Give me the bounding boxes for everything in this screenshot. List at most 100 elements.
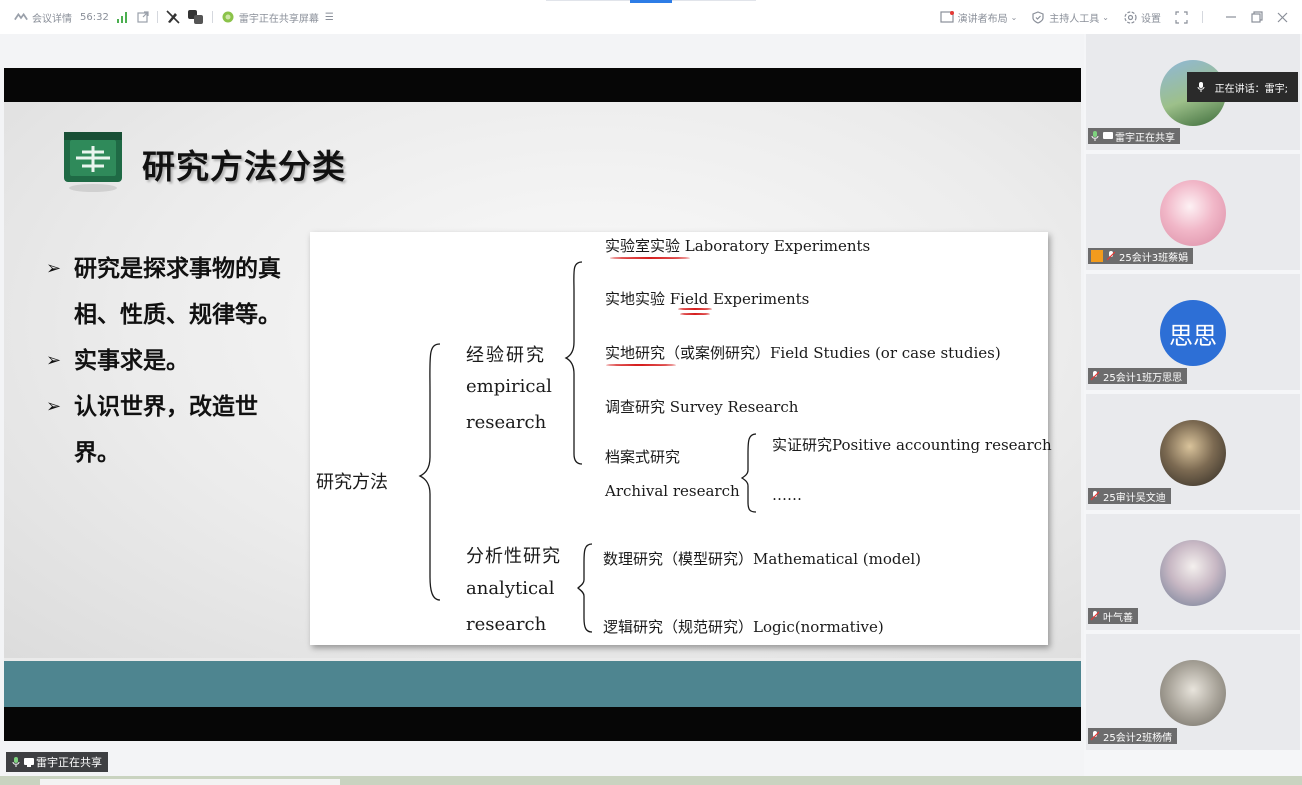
mic-muted-icon — [1090, 731, 1100, 741]
meeting-details-button[interactable]: 会议详情 — [14, 10, 72, 25]
mic-muted-icon — [1090, 611, 1100, 621]
participant-name-tag: 25会计2班杨倩 — [1088, 728, 1178, 744]
participant-name: 25会计3班蔡娟 — [1119, 252, 1189, 264]
slide-title: 研究方法分类 — [142, 147, 346, 186]
slide-top-bar — [4, 68, 1081, 102]
diagram-empirical-en: research — [466, 412, 547, 433]
layout-icon — [939, 11, 954, 23]
speaker-layout-button[interactable]: 演讲者布局 ⌄ — [939, 10, 1018, 25]
participant-name: 25审计吴文迪 — [1103, 492, 1166, 504]
participant-name: 25会计1班万思思 — [1103, 372, 1183, 384]
screen-share-tag: 雷宇正在共享 — [6, 752, 108, 772]
participant-name: 25会计2班杨倩 — [1103, 732, 1173, 744]
presentation-slide: 研究方法分类 ➢ 研究是探求事物的真相、性质、规律等。 ➢ 实事求是。 ➢ 认识… — [4, 68, 1081, 741]
red-annotation-underline — [606, 364, 676, 366]
mic-muted-icon — [1106, 251, 1116, 261]
bullet-item: ➢ 实事求是。 — [46, 338, 286, 384]
avatar: 思思 — [1160, 300, 1226, 366]
avatar — [1160, 660, 1226, 726]
university-logo-icon — [60, 128, 126, 194]
avatar — [1160, 420, 1226, 486]
bullet-arrow-icon: ➢ — [46, 350, 62, 371]
external-window-icon[interactable] — [137, 11, 149, 23]
diagram-empirical-cn: 经验研究 — [466, 345, 546, 366]
bullet-arrow-icon: ➢ — [46, 396, 62, 417]
minimize-icon[interactable] — [1225, 11, 1237, 23]
toolbar-separator — [211, 11, 213, 23]
participant-name: 雷宇正在共享 — [1115, 132, 1175, 144]
diagram-survey: 调查研究 Survey Research — [605, 398, 799, 416]
participant-tile[interactable]: 25会计3班蔡娟 — [1086, 154, 1300, 272]
translate-icon[interactable] — [187, 10, 204, 24]
slide-teal-band — [4, 661, 1081, 707]
toolbar-separator — [1202, 11, 1211, 23]
shield-icon — [1031, 10, 1045, 24]
participant-name-tag: 25会计3班蔡娟 — [1088, 248, 1194, 264]
active-view-indicator[interactable] — [630, 0, 672, 3]
participant-tile[interactable]: 叶气善 — [1086, 514, 1300, 632]
speaker-layout-label: 演讲者布局 — [957, 13, 1008, 25]
red-annotation-underline — [680, 313, 710, 315]
avatar — [1160, 540, 1226, 606]
screen-share-label: 雷宇正在共享 — [36, 756, 102, 769]
host-tools-button[interactable]: 主持人工具 ⌄ — [1031, 10, 1109, 25]
bullet-list: ➢ 研究是探求事物的真相、性质、规律等。 ➢ 实事求是。 ➢ 认识世界，改造世界… — [46, 246, 286, 476]
avatar — [1160, 180, 1226, 246]
bullet-text: 实事求是。 — [74, 348, 189, 374]
participant-tile[interactable]: 25会计2班杨倩 — [1086, 634, 1300, 752]
settings-label: 设置 — [1141, 13, 1161, 25]
research-methods-diagram: 研究方法 经验研究 empirical research 实验室实验 Labor… — [310, 232, 1052, 645]
fullscreen-icon[interactable] — [1175, 10, 1188, 24]
meeting-timer: 56:32 — [80, 11, 109, 23]
close-icon[interactable] — [1277, 12, 1288, 23]
diagram-field-study: 实地研究（或案例研究）Field Studies (or case studie… — [605, 344, 1001, 362]
bullet-item: ➢ 研究是探求事物的真相、性质、规律等。 — [46, 246, 286, 338]
red-annotation-underline — [610, 257, 690, 259]
mic-icon — [1091, 131, 1099, 141]
annotation-off-icon[interactable] — [166, 10, 180, 24]
slide-bottom-bar — [4, 707, 1081, 741]
bullet-text: 认识世界，改造世界。 — [74, 394, 258, 466]
diagram-field-exp: 实地实验 Field Experiments — [605, 290, 810, 308]
shared-screen-area: 研究方法分类 ➢ 研究是探求事物的真相、性质、规律等。 ➢ 实事求是。 ➢ 认识… — [0, 34, 1084, 776]
diagram-archival-cn: 档案式研究 — [605, 448, 681, 466]
sharing-status-label: 雷宇正在共享屏幕 — [238, 13, 319, 25]
toolbar-separator — [156, 11, 158, 23]
settings-button[interactable]: 设置 — [1123, 10, 1161, 25]
diagram-lab: 实验室实验 Laboratory Experiments — [605, 237, 871, 255]
gear-icon — [1123, 10, 1137, 24]
participant-sidebar: 正在讲话：雷宇; 雷宇正在共享 25会计3班蔡娟 思思 25会计1班万思思 25… — [1084, 34, 1302, 776]
sharing-status[interactable]: 雷宇正在共享屏幕 ☰ — [221, 10, 334, 25]
meeting-window: 会议详情 56:32 雷宇正在共享屏幕 ☰ 演讲者布局 ⌄ 主持人工具 ⌄ 设置… — [0, 0, 1302, 785]
restore-icon[interactable] — [1251, 11, 1263, 23]
taskbar-input[interactable] — [40, 779, 340, 785]
participant-tile[interactable]: 思思 25会计1班万思思 — [1086, 274, 1300, 392]
bullet-item: ➢ 认识世界，改造世界。 — [46, 384, 286, 476]
top-toolbar: 会议详情 56:32 雷宇正在共享屏幕 ☰ 演讲者布局 ⌄ 主持人工具 ⌄ 设置 — [0, 0, 1302, 34]
speaking-indicator: 正在讲话：雷宇; — [1186, 72, 1298, 102]
diagram-analytical-en: research — [466, 614, 547, 635]
diagram-logic: 逻辑研究（规范研究）Logic(normative) — [603, 618, 884, 636]
signal-icon — [116, 11, 129, 23]
meeting-details-label: 会议详情 — [32, 13, 72, 25]
screen-icon — [24, 757, 34, 767]
red-annotation-underline — [678, 308, 712, 310]
mic-muted-icon — [1090, 371, 1100, 381]
diagram-archival-en: Archival research — [605, 482, 740, 500]
mic-icon — [12, 757, 20, 767]
diagram-root: 研究方法 — [316, 472, 388, 493]
bottom-taskbar-strip — [0, 776, 1302, 785]
bullet-arrow-icon: ➢ — [46, 258, 62, 279]
bullet-text: 研究是探求事物的真相、性质、规律等。 — [74, 256, 281, 328]
participant-tile[interactable]: 25审计吴文迪 — [1086, 394, 1300, 512]
speaking-label: 正在讲话：雷宇; — [1214, 83, 1288, 95]
diagram-analytical-cn: 分析性研究 — [466, 546, 561, 567]
participant-name-tag: 叶气善 — [1088, 608, 1138, 624]
chevron-down-icon: ⌄ — [1010, 12, 1018, 22]
host-badge-icon — [1091, 250, 1103, 262]
diagram-math: 数理研究（模型研究）Mathematical (model) — [603, 550, 922, 568]
diagram-positive: 实证研究Positive accounting research — [772, 436, 1052, 454]
participant-name-tag: 25会计1班万思思 — [1088, 368, 1188, 384]
diagram-empirical-en: empirical — [466, 376, 552, 397]
meeting-logo-icon — [14, 11, 28, 23]
